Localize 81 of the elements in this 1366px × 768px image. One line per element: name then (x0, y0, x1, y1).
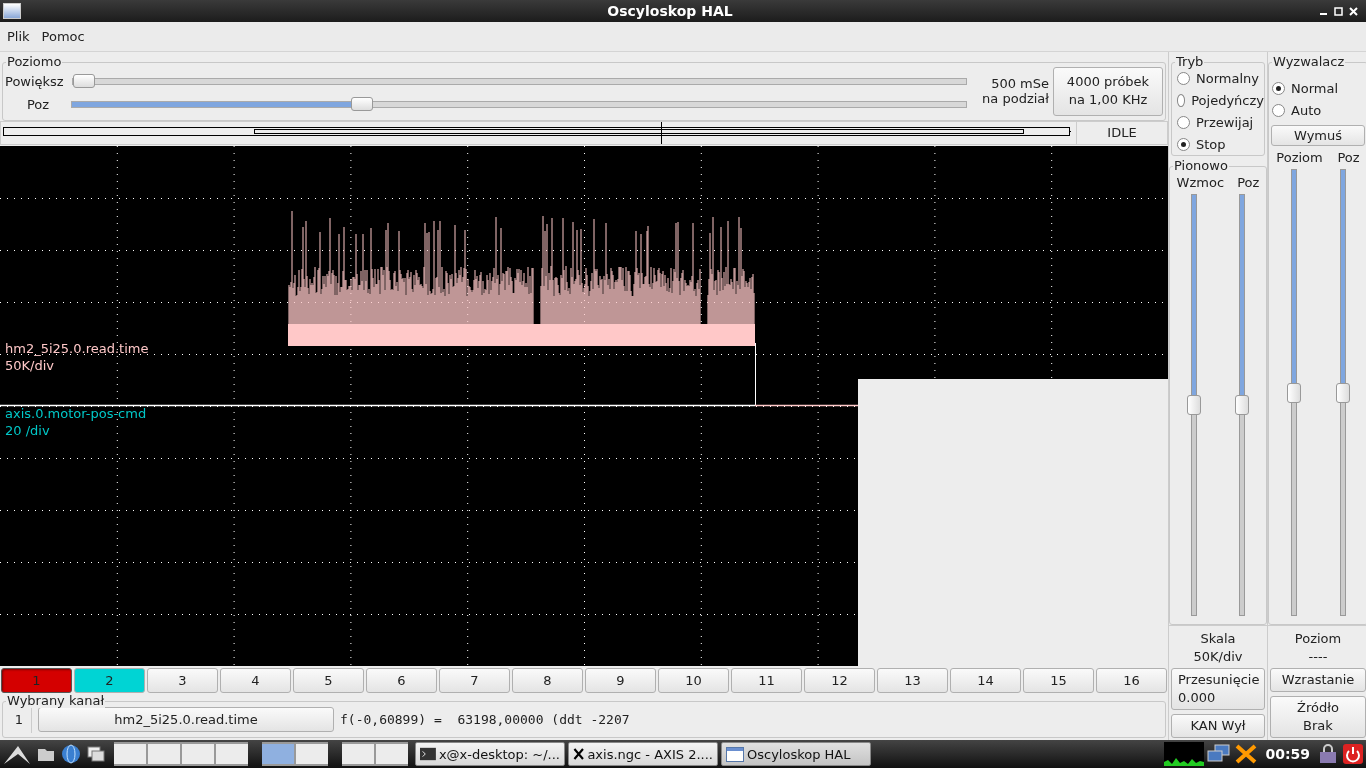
channel-button[interactable]: 6 (366, 667, 437, 693)
cpu-graph (1164, 742, 1205, 766)
samples-button[interactable]: 4000 próbek na 1,00 KHz (1053, 67, 1163, 116)
channel-button[interactable]: 10 (658, 667, 729, 693)
edge-button[interactable]: Wzrastanie (1270, 668, 1366, 692)
taskbar-button[interactable]: axis.ngc - AXIS 2.... (568, 742, 718, 766)
channel-button[interactable]: 2 (74, 667, 145, 693)
channel-button[interactable]: 3 (147, 667, 218, 693)
level-value: ---- (1307, 648, 1329, 666)
scale-text: na podział (982, 91, 1049, 107)
power-icon[interactable] (1342, 743, 1364, 765)
taskbar-button[interactable]: Oscyloskop HAL (721, 742, 871, 766)
trace-name: axis.0.motor-pos-cmd (5, 404, 147, 422)
channel-button[interactable]: 12 (804, 667, 875, 693)
lock-icon[interactable] (1317, 743, 1339, 765)
x-icon (573, 746, 585, 762)
maximize-icon[interactable] (1334, 6, 1343, 16)
radio-label: Normal (1291, 80, 1339, 96)
window-icon (726, 746, 744, 762)
cross-icon[interactable] (1234, 743, 1259, 765)
group-title: Poziomo (6, 54, 63, 69)
channel-button[interactable]: 11 (731, 667, 802, 693)
source-button[interactable]: Źródło Brak (1270, 696, 1366, 738)
slider-label: Powiększ (5, 74, 64, 90)
slider-handle[interactable] (351, 97, 374, 112)
channel-button[interactable]: 15 (1023, 667, 1094, 693)
slider-handle[interactable] (1235, 395, 1249, 415)
slider-label: Poz (1237, 175, 1260, 190)
trace-scale: 20 /div (5, 421, 50, 439)
menu-item[interactable]: Plik (3, 29, 34, 44)
channel-button[interactable]: 13 (877, 667, 948, 693)
app-icon (3, 3, 21, 19)
group-title: Tryb (1175, 54, 1205, 69)
channel-button[interactable]: 8 (512, 667, 583, 693)
clock: 00:59 (1265, 746, 1310, 762)
channel-button[interactable]: 7 (439, 667, 510, 693)
radio-button[interactable] (1177, 71, 1190, 85)
menu-item[interactable]: Pomoc (37, 29, 89, 44)
channel-button[interactable]: 14 (950, 667, 1021, 693)
group-title: Pionowo (1173, 158, 1229, 173)
globe-icon[interactable] (60, 743, 82, 765)
radio-label: Normalny (1196, 70, 1259, 86)
slider-label: Poziom (1276, 150, 1323, 165)
slider-handle[interactable] (72, 74, 95, 89)
window-title: Oscyloskop HAL (606, 3, 734, 19)
slider-label: Wzmoc (1176, 175, 1225, 190)
scale-value: 50K/div (1192, 648, 1244, 666)
channel-off-button[interactable]: KAN Wył (1171, 714, 1265, 738)
group-title: Wyzwalacz (1272, 54, 1346, 69)
channel-button[interactable]: 16 (1096, 667, 1167, 693)
level-label: Poziom (1293, 630, 1343, 648)
slider-handle[interactable] (1335, 382, 1350, 403)
slider-handle[interactable] (1187, 395, 1201, 415)
radio-label: Auto (1291, 102, 1322, 118)
radio-button[interactable] (1177, 137, 1190, 151)
slider-label: Poz (1337, 150, 1360, 165)
status-label: IDLE (1076, 121, 1167, 144)
channel-button[interactable]: 4 (220, 667, 291, 693)
radio-button[interactable] (1177, 93, 1186, 107)
slider-label: Poz (25, 97, 51, 113)
scale-text: 500 mSe (991, 76, 1049, 92)
radio-label: Przewijaj (1196, 114, 1254, 130)
radio-label: Pojedyńczy (1191, 92, 1264, 108)
channel-button[interactable]: 5 (293, 667, 364, 693)
windows-icon[interactable] (85, 743, 107, 765)
taskbar-button[interactable]: x@x-desktop: ~/... (415, 742, 565, 766)
radio-button[interactable] (1272, 103, 1285, 117)
slider-handle[interactable] (1286, 382, 1301, 403)
offset-button[interactable]: Przesunięcie 0.000 (1171, 668, 1265, 710)
close-icon[interactable] (1349, 6, 1358, 16)
radio-button[interactable] (1177, 115, 1190, 129)
radio-button[interactable] (1272, 81, 1285, 95)
scale-label: Skala (1199, 630, 1237, 648)
trace-scale: 50K/div (5, 356, 54, 374)
channel-button[interactable]: 9 (585, 667, 656, 693)
trace-name: hm2_5i25.0.read.time (5, 339, 149, 357)
force-button[interactable]: Wymuś (1271, 125, 1365, 146)
radio-label: Stop (1196, 136, 1226, 152)
network-icon[interactable] (1207, 743, 1232, 765)
readout-text: f(-0,60899) = 63198,00000 (ddt -2207 (340, 711, 630, 727)
terminal-icon (420, 747, 436, 761)
